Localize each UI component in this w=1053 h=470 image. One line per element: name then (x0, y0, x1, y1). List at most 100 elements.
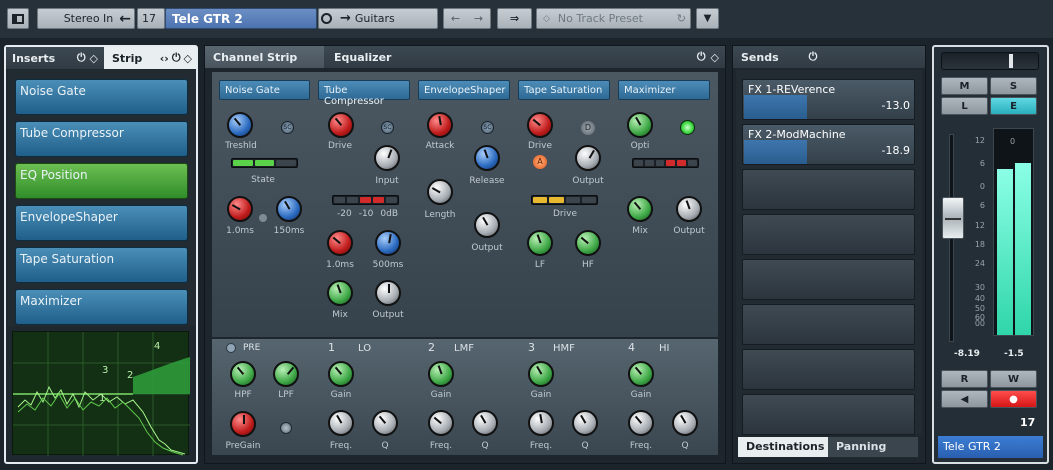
bypass-icon[interactable]: ◇ (711, 51, 719, 64)
send-slot-3[interactable] (742, 169, 915, 210)
monitor-button[interactable]: ◀ (941, 390, 988, 408)
send-1-level-bar[interactable] (744, 95, 807, 119)
send-slot-2[interactable]: FX 2-ModMachine -18.9 (742, 124, 915, 165)
attack-knob[interactable] (327, 230, 353, 256)
drive-knob[interactable] (328, 112, 354, 138)
module-noise-gate-header[interactable]: Noise Gate (219, 80, 310, 100)
phase-icon[interactable] (280, 422, 292, 434)
sidechain-button[interactable]: SC (281, 121, 294, 134)
send-slot-1[interactable]: FX 1-REVerence -13.0 (742, 79, 915, 120)
tab-channel-strip[interactable]: Channel Strip (205, 46, 324, 68)
track-name-field[interactable]: Tele GTR 2 (165, 8, 317, 29)
band-1-q-knob[interactable] (372, 410, 398, 436)
window-layout-button[interactable] (7, 8, 29, 29)
graph-marker-4[interactable]: 4 (154, 341, 160, 352)
mix-knob[interactable] (327, 280, 353, 306)
insert-eq-position[interactable]: EQ Position (15, 163, 188, 199)
module-envelope-shaper-header[interactable]: EnvelopeShaper (418, 80, 510, 100)
module-tape-saturation-header[interactable]: Tape Saturation (518, 80, 610, 100)
graph-marker-2[interactable]: 2 (127, 370, 133, 381)
opti-knob[interactable] (627, 112, 653, 138)
power-icon[interactable]: ⏻ (809, 50, 818, 64)
tab-destinations[interactable]: Destinations (738, 437, 828, 457)
mix-knob[interactable] (627, 196, 653, 222)
release-knob[interactable] (375, 230, 401, 256)
bypass-icon[interactable]: ◇ (90, 52, 98, 65)
bypass-icon[interactable]: ◇ (184, 52, 192, 65)
attack-knob[interactable] (427, 112, 453, 138)
mode-d-button[interactable]: D (581, 121, 595, 135)
send-slot-6[interactable] (742, 304, 915, 345)
lpf-knob[interactable] (273, 361, 299, 387)
volume-fader-handle[interactable] (942, 197, 964, 239)
back-arrow-icon[interactable]: ← (451, 12, 460, 25)
attack-time-knob[interactable] (227, 196, 253, 222)
search-icon[interactable] (321, 13, 332, 24)
band-4-freq-knob[interactable] (628, 410, 654, 436)
insert-tape-saturation[interactable]: Tape Saturation (15, 247, 188, 283)
module-maximizer-header[interactable]: Maximizer (618, 80, 710, 100)
sidechain-button[interactable]: SC (381, 121, 394, 134)
treshld-knob[interactable] (227, 112, 253, 138)
band-2-freq-knob[interactable] (428, 410, 454, 436)
insert-tube-compressor[interactable]: Tube Compressor (15, 121, 188, 157)
send-slot-7[interactable] (742, 349, 915, 390)
send-slot-4[interactable] (742, 214, 915, 255)
expand-icon[interactable]: ‹› (160, 52, 169, 65)
power-icon[interactable]: ⏻ (172, 51, 181, 65)
navigate-buttons[interactable]: ← → (443, 8, 491, 29)
channel-name[interactable]: Tele GTR 2 (938, 436, 1043, 458)
send-slot-5[interactable] (742, 259, 915, 300)
pan-handle[interactable] (1009, 54, 1013, 68)
output-knob[interactable] (375, 280, 401, 306)
track-search[interactable]: → Guitars (318, 8, 438, 29)
tab-inserts[interactable]: Inserts ⏻ ◇ (6, 47, 104, 69)
power-icon[interactable]: ⏻ (697, 50, 706, 64)
band-1-freq-knob[interactable] (328, 410, 354, 436)
write-button[interactable]: W (990, 370, 1037, 388)
band-3-q-knob[interactable] (572, 410, 598, 436)
hf-knob[interactable] (575, 230, 601, 256)
hpf-knob[interactable] (230, 361, 256, 387)
tab-strip[interactable]: Strip ‹› ⏻ ◇ (104, 47, 196, 69)
graph-marker-1[interactable]: 1 (99, 393, 105, 404)
power-icon[interactable]: ⏻ (77, 51, 86, 65)
release-knob[interactable] (474, 145, 500, 171)
release-time-knob[interactable] (276, 196, 302, 222)
graph-marker-3[interactable]: 3 (102, 365, 108, 376)
tab-panning[interactable]: Panning (828, 437, 918, 457)
pregain-knob[interactable] (230, 411, 256, 437)
solo-button[interactable]: S (990, 77, 1037, 95)
lf-knob[interactable] (527, 230, 553, 256)
read-button[interactable]: R (941, 370, 988, 388)
insert-noise-gate[interactable]: Noise Gate (15, 79, 188, 115)
insert-envelope-shaper[interactable]: EnvelopeShaper (15, 205, 188, 241)
preset-dropdown[interactable]: ▼ (696, 8, 719, 29)
band-1-gain-knob[interactable] (328, 361, 354, 387)
edit-button[interactable]: E (990, 97, 1037, 115)
module-tube-compressor-header[interactable]: Tube Compressor (318, 80, 410, 107)
drive-knob[interactable] (527, 112, 553, 138)
input-knob[interactable] (374, 145, 400, 171)
track-preset[interactable]: ◇ No Track Preset ↻ (536, 8, 691, 29)
tab-equalizer[interactable]: Equalizer ⏻ ◇ (324, 46, 725, 68)
band-2-gain-knob[interactable] (428, 361, 454, 387)
refresh-icon[interactable]: ↻ (677, 12, 686, 25)
band-3-gain-knob[interactable] (528, 361, 554, 387)
jump-button[interactable]: ⇒ (497, 8, 532, 29)
input-routing[interactable]: Stereo In ← (37, 8, 135, 29)
pre-toggle[interactable] (226, 343, 236, 353)
forward-arrow-icon[interactable]: → (474, 12, 483, 25)
listen-button[interactable]: L (941, 97, 988, 115)
band-2-q-knob[interactable] (472, 410, 498, 436)
output-knob[interactable] (575, 145, 601, 171)
record-enable-button[interactable]: ● (990, 390, 1037, 408)
eq-curve-display[interactable]: 4 3 2 1 (12, 331, 190, 456)
band-4-q-knob[interactable] (672, 410, 698, 436)
band-4-gain-knob[interactable] (628, 361, 654, 387)
soft-clip-led[interactable] (680, 120, 695, 135)
output-knob[interactable] (474, 212, 500, 238)
output-knob[interactable] (676, 196, 702, 222)
length-knob[interactable] (427, 179, 453, 205)
sidechain-button[interactable]: SC (481, 121, 494, 134)
